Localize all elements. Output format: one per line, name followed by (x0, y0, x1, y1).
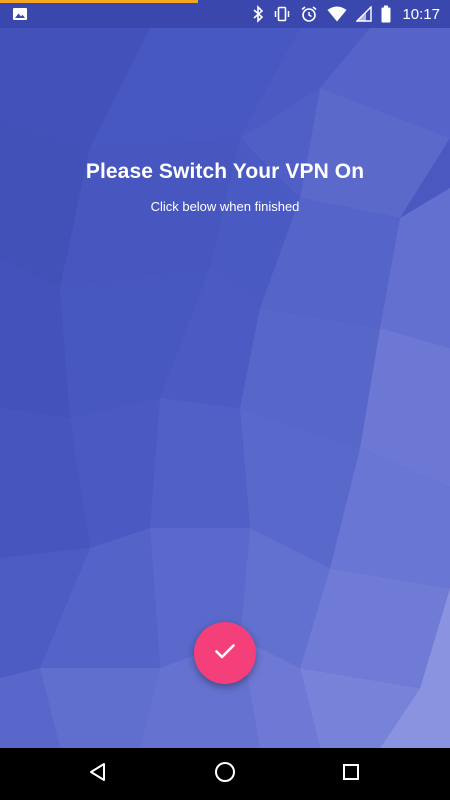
screen: 10:17 Please Switch Your VPN On Click be… (0, 0, 450, 800)
status-clock: 10:17 (402, 5, 440, 23)
home-button[interactable] (212, 761, 238, 787)
check-icon (213, 639, 237, 667)
status-bar: 10:17 (0, 0, 450, 28)
navigation-bar (0, 748, 450, 800)
bluetooth-icon (252, 5, 264, 23)
home-icon (213, 760, 237, 788)
recents-button[interactable] (338, 761, 364, 787)
confirm-button[interactable] (194, 622, 256, 684)
recents-icon (340, 761, 362, 787)
signal-icon (356, 6, 373, 22)
battery-icon (381, 5, 391, 23)
vibrate-icon (273, 5, 291, 23)
back-button[interactable] (85, 761, 111, 787)
back-icon (87, 761, 109, 787)
image-notification-icon (12, 6, 28, 22)
page-title: Please Switch Your VPN On (85, 160, 365, 183)
wifi-icon (327, 6, 347, 22)
page-subtitle: Click below when finished (150, 199, 300, 214)
alarm-icon (300, 5, 318, 23)
vpn-prompt: Please Switch Your VPN On Click below wh… (0, 160, 450, 214)
progress-indicator (0, 0, 198, 3)
